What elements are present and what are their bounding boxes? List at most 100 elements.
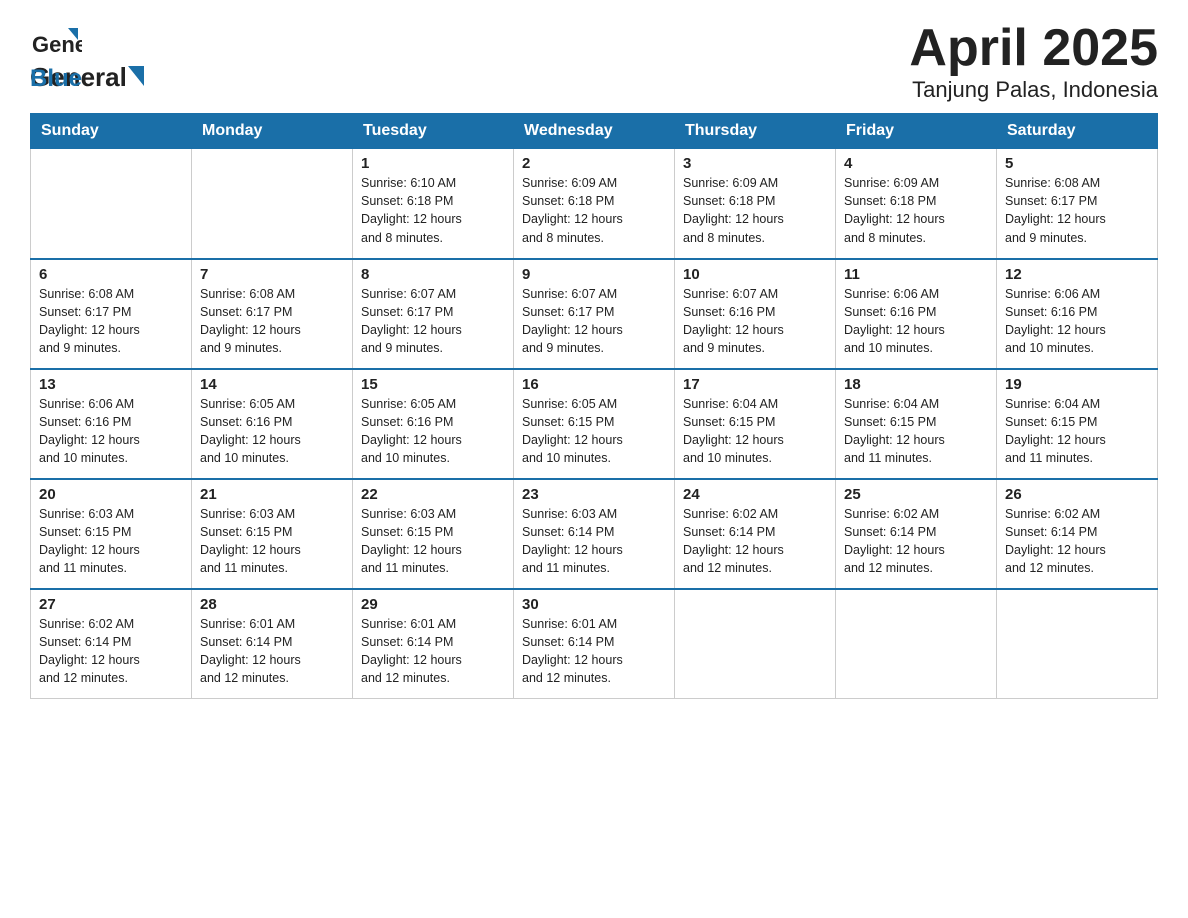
day-number: 25 xyxy=(844,486,988,503)
day-info: Sunrise: 6:02 AM Sunset: 6:14 PM Dayligh… xyxy=(1005,507,1106,575)
day-number: 3 xyxy=(683,155,827,172)
day-info: Sunrise: 6:03 AM Sunset: 6:15 PM Dayligh… xyxy=(361,507,462,575)
day-info: Sunrise: 6:03 AM Sunset: 6:15 PM Dayligh… xyxy=(200,507,301,575)
day-number: 24 xyxy=(683,486,827,503)
day-number: 17 xyxy=(683,376,827,393)
col-header-thursday: Thursday xyxy=(675,114,836,149)
calendar-cell: 14 Sunrise: 6:05 AM Sunset: 6:16 PM Dayli… xyxy=(192,369,353,479)
page-subtitle: Tanjung Palas, Indonesia xyxy=(909,77,1158,103)
day-info: Sunrise: 6:08 AM Sunset: 6:17 PM Dayligh… xyxy=(200,287,301,355)
day-number: 16 xyxy=(522,376,666,393)
day-info: Sunrise: 6:08 AM Sunset: 6:17 PM Dayligh… xyxy=(1005,176,1106,244)
day-number: 27 xyxy=(39,596,183,613)
calendar-cell: 10Sunrise: 6:07 AM Sunset: 6:16 PM Dayli… xyxy=(675,259,836,369)
day-number: 23 xyxy=(522,486,666,503)
day-number: 13 xyxy=(39,376,183,393)
day-number: 2 xyxy=(522,155,666,172)
day-number: 5 xyxy=(1005,155,1149,172)
calendar-cell: 26 Sunrise: 6:02 AM Sunset: 6:14 PM Dayli… xyxy=(997,479,1158,589)
day-number: 12 xyxy=(1005,266,1149,283)
day-info: Sunrise: 6:01 AM Sunset: 6:14 PM Dayligh… xyxy=(522,617,623,685)
day-info: Sunrise: 6:02 AM Sunset: 6:14 PM Dayligh… xyxy=(844,507,945,575)
day-number: 20 xyxy=(39,486,183,503)
calendar-cell: 12 Sunrise: 6:06 AM Sunset: 6:16 PM Dayli… xyxy=(997,259,1158,369)
calendar-cell: 17 Sunrise: 6:04 AM Sunset: 6:15 PM Dayli… xyxy=(675,369,836,479)
day-info: Sunrise: 6:03 AM Sunset: 6:15 PM Dayligh… xyxy=(39,507,140,575)
day-number: 7 xyxy=(200,266,344,283)
calendar-cell: 2 Sunrise: 6:09 AM Sunset: 6:18 PM Daylig… xyxy=(514,149,675,259)
day-info: Sunrise: 6:07 AM Sunset: 6:17 PM Dayligh… xyxy=(361,287,462,355)
calendar-cell: 25 Sunrise: 6:02 AM Sunset: 6:14 PM Dayli… xyxy=(836,479,997,589)
day-info: Sunrise: 6:04 AM Sunset: 6:15 PM Dayligh… xyxy=(844,397,945,465)
col-header-monday: Monday xyxy=(192,114,353,149)
calendar-cell xyxy=(31,149,192,259)
calendar-cell: 28 Sunrise: 6:01 AM Sunset: 6:14 PM Dayli… xyxy=(192,589,353,699)
day-info: Sunrise: 6:07 AM Sunset: 6:17 PM Dayligh… xyxy=(522,287,623,355)
day-info: Sunrise: 6:06 AM Sunset: 6:16 PM Dayligh… xyxy=(844,287,945,355)
page-header: General General Blue April 2025 Tanjung … xyxy=(30,20,1158,103)
day-number: 9 xyxy=(522,266,666,283)
calendar-cell xyxy=(675,589,836,699)
calendar-cell: 20 Sunrise: 6:03 AM Sunset: 6:15 PM Dayli… xyxy=(31,479,192,589)
col-header-saturday: Saturday xyxy=(997,114,1158,149)
day-info: Sunrise: 6:01 AM Sunset: 6:14 PM Dayligh… xyxy=(200,617,301,685)
col-header-tuesday: Tuesday xyxy=(353,114,514,149)
day-info: Sunrise: 6:09 AM Sunset: 6:18 PM Dayligh… xyxy=(844,176,945,244)
col-header-wednesday: Wednesday xyxy=(514,114,675,149)
day-number: 26 xyxy=(1005,486,1149,503)
calendar-cell: 3 Sunrise: 6:09 AM Sunset: 6:18 PM Daylig… xyxy=(675,149,836,259)
day-info: Sunrise: 6:08 AM Sunset: 6:17 PM Dayligh… xyxy=(39,287,140,355)
day-number: 14 xyxy=(200,376,344,393)
day-info: Sunrise: 6:09 AM Sunset: 6:18 PM Dayligh… xyxy=(522,176,623,244)
calendar-cell: 6 Sunrise: 6:08 AM Sunset: 6:17 PM Daylig… xyxy=(31,259,192,369)
day-number: 30 xyxy=(522,596,666,613)
calendar-cell: 7 Sunrise: 6:08 AM Sunset: 6:17 PM Daylig… xyxy=(192,259,353,369)
day-info: Sunrise: 6:06 AM Sunset: 6:16 PM Dayligh… xyxy=(39,397,140,465)
day-info: Sunrise: 6:09 AM Sunset: 6:18 PM Dayligh… xyxy=(683,176,784,244)
calendar-cell: 11 Sunrise: 6:06 AM Sunset: 6:16 PM Dayli… xyxy=(836,259,997,369)
page-title: April 2025 xyxy=(909,20,1158,77)
logo-triangle-icon xyxy=(128,66,144,86)
calendar-cell: 4 Sunrise: 6:09 AM Sunset: 6:18 PM Daylig… xyxy=(836,149,997,259)
day-number: 10 xyxy=(683,266,827,283)
calendar-cell: 19Sunrise: 6:04 AM Sunset: 6:15 PM Dayli… xyxy=(997,369,1158,479)
calendar-table: SundayMondayTuesdayWednesdayThursdayFrid… xyxy=(30,113,1158,699)
day-number: 22 xyxy=(361,486,505,503)
calendar-cell: 27 Sunrise: 6:02 AM Sunset: 6:14 PM Dayli… xyxy=(31,589,192,699)
day-number: 1 xyxy=(361,155,505,172)
day-info: Sunrise: 6:01 AM Sunset: 6:14 PM Dayligh… xyxy=(361,617,462,685)
day-info: Sunrise: 6:02 AM Sunset: 6:14 PM Dayligh… xyxy=(39,617,140,685)
day-number: 8 xyxy=(361,266,505,283)
calendar-cell xyxy=(836,589,997,699)
col-header-friday: Friday xyxy=(836,114,997,149)
title-block: April 2025 Tanjung Palas, Indonesia xyxy=(909,20,1158,103)
day-info: Sunrise: 6:10 AM Sunset: 6:18 PM Dayligh… xyxy=(361,176,462,244)
day-number: 21 xyxy=(200,486,344,503)
calendar-cell xyxy=(997,589,1158,699)
col-header-sunday: Sunday xyxy=(31,114,192,149)
day-number: 29 xyxy=(361,596,505,613)
day-info: Sunrise: 6:05 AM Sunset: 6:16 PM Dayligh… xyxy=(200,397,301,465)
calendar-cell xyxy=(192,149,353,259)
day-info: Sunrise: 6:06 AM Sunset: 6:16 PM Dayligh… xyxy=(1005,287,1106,355)
day-info: Sunrise: 6:04 AM Sunset: 6:15 PM Dayligh… xyxy=(683,397,784,465)
day-info: Sunrise: 6:04 AM Sunset: 6:15 PM Dayligh… xyxy=(1005,397,1106,465)
calendar-cell: 1 Sunrise: 6:10 AM Sunset: 6:18 PM Daylig… xyxy=(353,149,514,259)
calendar-cell: 29 Sunrise: 6:01 AM Sunset: 6:14 PM Dayli… xyxy=(353,589,514,699)
day-info: Sunrise: 6:05 AM Sunset: 6:15 PM Dayligh… xyxy=(522,397,623,465)
day-number: 15 xyxy=(361,376,505,393)
logo: General General Blue xyxy=(30,20,145,93)
calendar-cell: 22 Sunrise: 6:03 AM Sunset: 6:15 PM Dayli… xyxy=(353,479,514,589)
day-number: 11 xyxy=(844,266,988,283)
calendar-cell: 24Sunrise: 6:02 AM Sunset: 6:14 PM Dayli… xyxy=(675,479,836,589)
calendar-cell: 18Sunrise: 6:04 AM Sunset: 6:15 PM Dayli… xyxy=(836,369,997,479)
calendar-cell: 16 Sunrise: 6:05 AM Sunset: 6:15 PM Dayli… xyxy=(514,369,675,479)
day-number: 6 xyxy=(39,266,183,283)
day-number: 28 xyxy=(200,596,344,613)
logo-blue-text: Blue xyxy=(30,65,82,93)
day-info: Sunrise: 6:05 AM Sunset: 6:16 PM Dayligh… xyxy=(361,397,462,465)
calendar-cell: 30 Sunrise: 6:01 AM Sunset: 6:14 PM Dayli… xyxy=(514,589,675,699)
day-number: 4 xyxy=(844,155,988,172)
calendar-cell: 8 Sunrise: 6:07 AM Sunset: 6:17 PM Daylig… xyxy=(353,259,514,369)
calendar-cell: 13 Sunrise: 6:06 AM Sunset: 6:16 PM Dayli… xyxy=(31,369,192,479)
